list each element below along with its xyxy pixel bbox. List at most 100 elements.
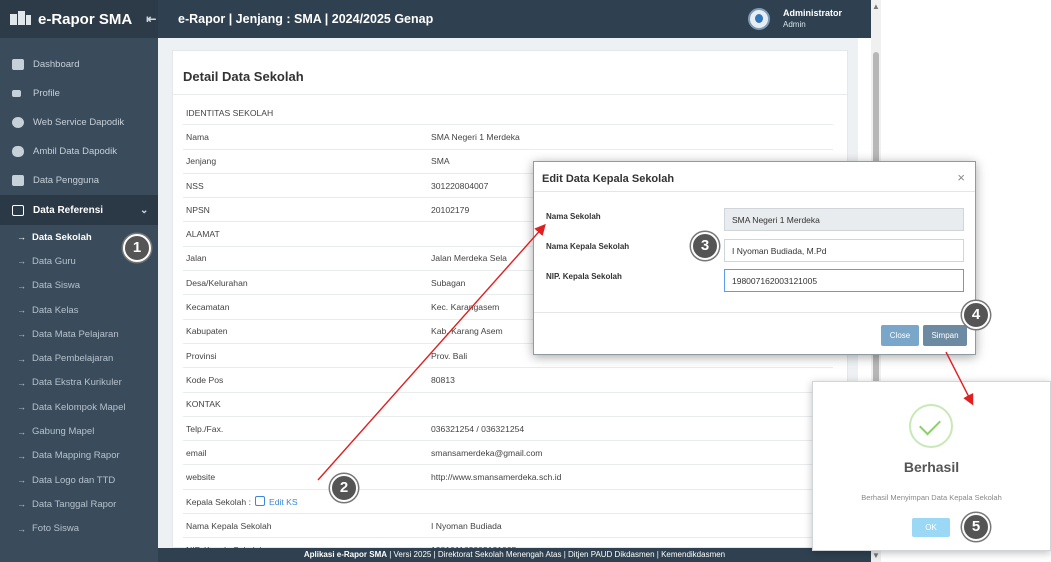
arrow-right-icon: → <box>17 305 26 316</box>
dashboard-icon <box>12 59 24 70</box>
nama-sekolah-field: SMA Negeri 1 Merdeka <box>724 208 964 231</box>
arrow-right-icon: → <box>17 377 26 388</box>
table-row: IDENTITAS SEKOLAH <box>183 101 833 126</box>
row-label: Telp./Fax. <box>186 423 224 434</box>
row-label: Desa/Kelurahan <box>186 277 248 288</box>
arrow-right-icon: → <box>17 353 26 364</box>
close-button[interactable]: Close <box>881 325 919 346</box>
chevron-down-icon: ⌄ <box>140 204 149 216</box>
sidebar-subitem-data-tanggal-rapor[interactable]: → Data Tanggal Rapor <box>0 492 158 516</box>
edit-ks-link[interactable]: Edit KS <box>254 495 298 507</box>
sidebar-item-pengguna[interactable]: Data Pengguna <box>0 166 158 195</box>
row-label: ALAMAT <box>186 229 220 240</box>
row-label: IDENTITAS SEKOLAH <box>186 107 274 118</box>
step-badge-2: 2 <box>330 474 358 502</box>
row-value: SMA Negeri 1 Merdeka <box>431 131 520 142</box>
collapse-sidebar-icon[interactable]: ⇤ <box>146 12 156 26</box>
sidebar-subitem-data-logo-dan-ttd[interactable]: → Data Logo dan TTD <box>0 468 158 492</box>
app-brand: e-Rapor SMA <box>38 10 133 28</box>
sidebar-subitem-data-kelas[interactable]: → Data Kelas <box>0 298 158 322</box>
arrow-right-icon: → <box>17 475 26 486</box>
sidebar-subitem-foto-siswa[interactable]: → Foto Siswa <box>0 517 158 541</box>
sidebar-subitem-gabung-mapel[interactable]: → Gabung Mapel <box>0 419 158 443</box>
scroll-up-icon[interactable]: ▲ <box>872 2 880 11</box>
user-menu[interactable]: Administrator Admin <box>783 7 842 31</box>
arrow-right-icon: → <box>17 402 26 413</box>
avatar[interactable] <box>748 8 770 30</box>
field-label-nip: NIP. Kepala Sekolah <box>546 272 622 281</box>
arrow-right-icon: → <box>17 450 26 461</box>
step-badge-3: 3 <box>691 232 719 260</box>
row-label: Jenjang <box>186 156 217 167</box>
row-value: smansamerdeka@gmail.com <box>431 447 543 458</box>
arrow-right-icon: → <box>17 232 26 243</box>
gear-icon <box>12 117 24 128</box>
sidebar: e-Rapor SMA ⇤ Dashboard Profile Web Serv… <box>0 0 158 562</box>
arrow-right-icon: → <box>17 523 26 534</box>
sidebar-subitem-data-mapping-rapor[interactable]: → Data Mapping Rapor <box>0 444 158 468</box>
sidebar-subitem-data-siswa[interactable]: → Data Siswa <box>0 274 158 298</box>
table-row: Nama Kepala Sekolah I Nyoman Budiada <box>183 514 833 539</box>
row-label: email <box>186 447 207 458</box>
row-label: Nama Kepala Sekolah <box>186 520 272 531</box>
row-label: KONTAK <box>186 399 221 410</box>
step-badge-1: 1 <box>123 234 151 262</box>
close-icon[interactable]: × <box>957 170 965 185</box>
success-title: Berhasil <box>903 459 960 475</box>
sidebar-subitem-data-ekstra-kurikuler[interactable]: → Data Ekstra Kurikuler <box>0 371 158 395</box>
nama-kepala-field[interactable]: I Nyoman Budiada, M.Pd <box>724 239 964 262</box>
row-value: 80813 <box>431 374 455 385</box>
row-value: 036321254 / 036321254 <box>431 423 525 434</box>
sidebar-item-web-service[interactable]: Web Service Dapodik <box>0 108 158 137</box>
success-dialog: Berhasil Berhasil Menyimpan Data Kepala … <box>812 381 1051 551</box>
arrow-right-icon: → <box>17 426 26 437</box>
sidebar-subitem-data-pembelajaran[interactable]: → Data Pembelajaran <box>0 346 158 370</box>
row-label: Kepala Sekolah : Edit KS <box>186 495 298 507</box>
table-row: Kepala Sekolah : Edit KS <box>183 490 833 515</box>
table-row: email smansamerdeka@gmail.com <box>183 441 833 466</box>
arrow-right-icon: → <box>17 256 26 267</box>
row-label: website <box>186 472 216 483</box>
step-badge-4: 4 <box>962 301 990 329</box>
success-check-icon <box>909 404 953 448</box>
page-context-title: e-Rapor | Jenjang : SMA | 2024/2025 Gena… <box>178 12 434 26</box>
users-icon <box>12 175 24 186</box>
row-label: Kecamatan <box>186 302 230 313</box>
sidebar-item-dashboard[interactable]: Dashboard <box>0 50 158 79</box>
sidebar-subitem-data-kelompok-mapel[interactable]: → Data Kelompok Mapel <box>0 395 158 419</box>
arrow-right-icon: → <box>17 499 26 510</box>
profile-icon <box>12 90 21 97</box>
table-row: Kode Pos 80813 <box>183 368 833 393</box>
table-row: KONTAK <box>183 393 833 417</box>
field-label-nama-sekolah: Nama Sekolah <box>546 212 601 221</box>
row-label: Provinsi <box>186 350 217 361</box>
row-value: http://www.smansamerdeka.sch.id <box>431 472 562 483</box>
arrow-right-icon: → <box>17 280 26 291</box>
arrow-right-icon: → <box>17 329 26 340</box>
ok-button[interactable]: OK <box>912 518 950 537</box>
row-label: NPSN <box>186 204 210 215</box>
table-row: Nama SMA Negeri 1 Merdeka <box>183 125 833 150</box>
edit-icon <box>254 495 265 506</box>
sidebar-subitem-data-mata-pelajaran[interactable]: → Data Mata Pelajaran <box>0 322 158 346</box>
step-badge-5: 5 <box>962 513 990 541</box>
edit-kepala-modal: Edit Data Kepala Sekolah × Nama Sekolah … <box>533 161 976 355</box>
monitor-icon <box>12 204 24 216</box>
footer: Aplikasi e-Rapor SMA | Versi 2025 | Dire… <box>158 548 871 562</box>
row-value: I Nyoman Budiada <box>431 520 502 531</box>
success-message: Berhasil Menyimpan Data Kepala Sekolah <box>861 493 1002 502</box>
table-row: website http://www.smansamerdeka.sch.id <box>183 465 833 490</box>
row-label: Jalan <box>186 253 207 264</box>
row-label: Kabupaten <box>186 326 228 337</box>
app-logo-icon <box>10 11 32 27</box>
sidebar-item-ambil-data[interactable]: Ambil Data Dapodik <box>0 137 158 166</box>
page-title: Detail Data Sekolah <box>173 51 847 95</box>
modal-header: Edit Data Kepala Sekolah × <box>534 162 975 192</box>
modal-title: Edit Data Kepala Sekolah <box>542 173 675 185</box>
save-button[interactable]: Simpan <box>923 325 967 346</box>
sidebar-item-data-referensi[interactable]: Data Referensi ⌄ <box>0 195 158 225</box>
scroll-down-icon[interactable]: ▼ <box>872 551 880 560</box>
top-bar: e-Rapor | Jenjang : SMA | 2024/2025 Gena… <box>158 0 871 38</box>
sidebar-item-profile[interactable]: Profile <box>0 79 158 108</box>
nip-kepala-field[interactable]: 198007162003121005 <box>724 269 964 292</box>
